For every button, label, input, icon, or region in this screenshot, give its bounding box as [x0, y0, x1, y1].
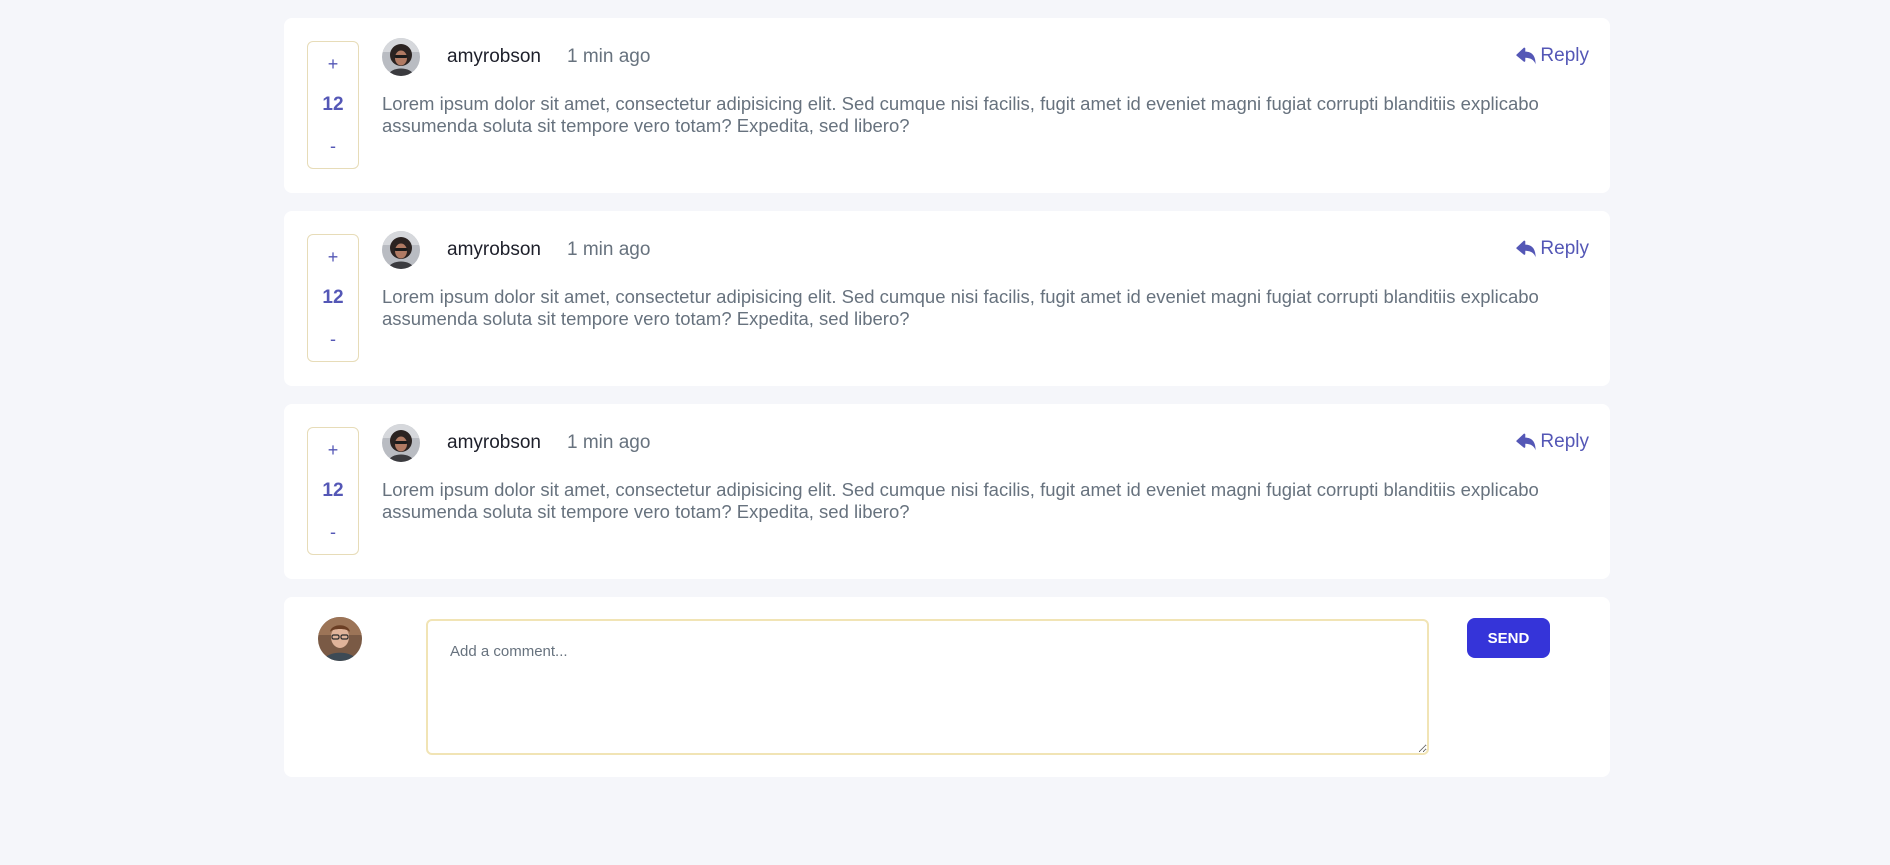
comment-time: 1 min ago [567, 432, 651, 453]
upvote-button[interactable]: + [318, 440, 348, 460]
reply-label: Reply [1540, 431, 1589, 452]
comment-card: + 12 - amyrobson 1 min ago Reply Lorem i… [284, 211, 1610, 386]
user-avatar-icon [382, 231, 420, 269]
reply-arrow-icon [1516, 47, 1537, 65]
add-comment-form: SEND [284, 597, 1610, 777]
avatar [382, 38, 420, 76]
upvote-button[interactable]: + [318, 54, 348, 74]
reply-label: Reply [1540, 238, 1589, 259]
comments-section: + 12 - amyrobson 1 min ago Reply Lorem i… [284, 18, 1610, 777]
downvote-button[interactable]: - [318, 329, 348, 349]
comment-content: Lorem ipsum dolor sit amet, consectetur … [382, 479, 1539, 522]
avatar [382, 424, 420, 462]
reply-label: Reply [1540, 45, 1589, 66]
vote-score: 12 [322, 287, 344, 308]
comment-card: + 12 - amyrobson 1 min ago Reply Lorem i… [284, 404, 1610, 579]
reply-button[interactable]: Reply [1516, 45, 1589, 67]
vote-score: 12 [322, 94, 344, 115]
vote-box: + 12 - [307, 41, 359, 169]
avatar [318, 617, 362, 661]
avatar [382, 231, 420, 269]
comment-author[interactable]: amyrobson [447, 239, 541, 261]
vote-box: + 12 - [307, 234, 359, 362]
comment-author[interactable]: amyrobson [447, 432, 541, 454]
comment-author[interactable]: amyrobson [447, 46, 541, 68]
reply-button[interactable]: Reply [1516, 238, 1589, 260]
reply-arrow-icon [1516, 433, 1537, 451]
reply-arrow-icon [1516, 240, 1537, 258]
comment-input[interactable] [426, 619, 1429, 755]
send-button[interactable]: SEND [1467, 618, 1550, 658]
vote-score: 12 [322, 480, 344, 501]
reply-button[interactable]: Reply [1516, 431, 1589, 453]
upvote-button[interactable]: + [318, 247, 348, 267]
downvote-button[interactable]: - [318, 522, 348, 542]
user-avatar-icon [382, 38, 420, 76]
vote-box: + 12 - [307, 427, 359, 555]
comment-content: Lorem ipsum dolor sit amet, consectetur … [382, 286, 1539, 329]
downvote-button[interactable]: - [318, 136, 348, 156]
comment-time: 1 min ago [567, 239, 651, 260]
current-user-avatar-icon [318, 617, 362, 661]
comment-time: 1 min ago [567, 46, 651, 67]
comment-card: + 12 - amyrobson 1 min ago Reply Lorem i… [284, 18, 1610, 193]
comment-content: Lorem ipsum dolor sit amet, consectetur … [382, 93, 1539, 136]
user-avatar-icon [382, 424, 420, 462]
